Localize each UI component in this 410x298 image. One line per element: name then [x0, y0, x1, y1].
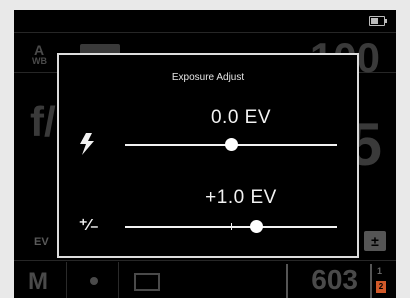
bottom-divider	[66, 262, 67, 298]
slider-thumb[interactable]	[250, 220, 264, 233]
flash-compensation-slider[interactable]	[125, 138, 337, 151]
drive-mode-icon	[134, 273, 160, 291]
slider-zero-tick	[231, 223, 232, 230]
exposure-compensation-slider[interactable]	[125, 220, 337, 233]
aperture-label: f/	[30, 98, 56, 145]
dialog-title: Exposure Adjust	[171, 72, 245, 83]
bottom-divider	[118, 262, 119, 298]
shooting-mode: M	[28, 268, 48, 295]
exposure-comp-icon: ±	[364, 231, 386, 251]
ev-label: EV	[34, 236, 49, 248]
exposure-adjust-dialog: Exposure Adjust 0.0 EV ⁺∕₋ +1.0 EV	[57, 53, 359, 258]
battery-icon	[369, 16, 387, 26]
flash-ev-value: 0.0 EV	[210, 107, 272, 128]
row-divider	[14, 260, 396, 261]
slider-thumb[interactable]	[225, 138, 238, 151]
plus-minus-icon: ⁺∕₋	[79, 217, 99, 234]
exposure-ev-value: +1.0 EV	[205, 187, 277, 208]
flash-icon	[80, 133, 94, 155]
camera-screen: A WB 100 f/ 5 EV ± M 603 1 2 Exposure Ad…	[14, 10, 396, 298]
card-icon: 2	[376, 281, 386, 293]
card-slot-number: 1	[376, 266, 382, 276]
shots-remaining: 603	[311, 264, 358, 295]
wb-label: WB	[32, 56, 47, 66]
row-divider	[14, 32, 396, 33]
metering-icon	[90, 277, 98, 285]
